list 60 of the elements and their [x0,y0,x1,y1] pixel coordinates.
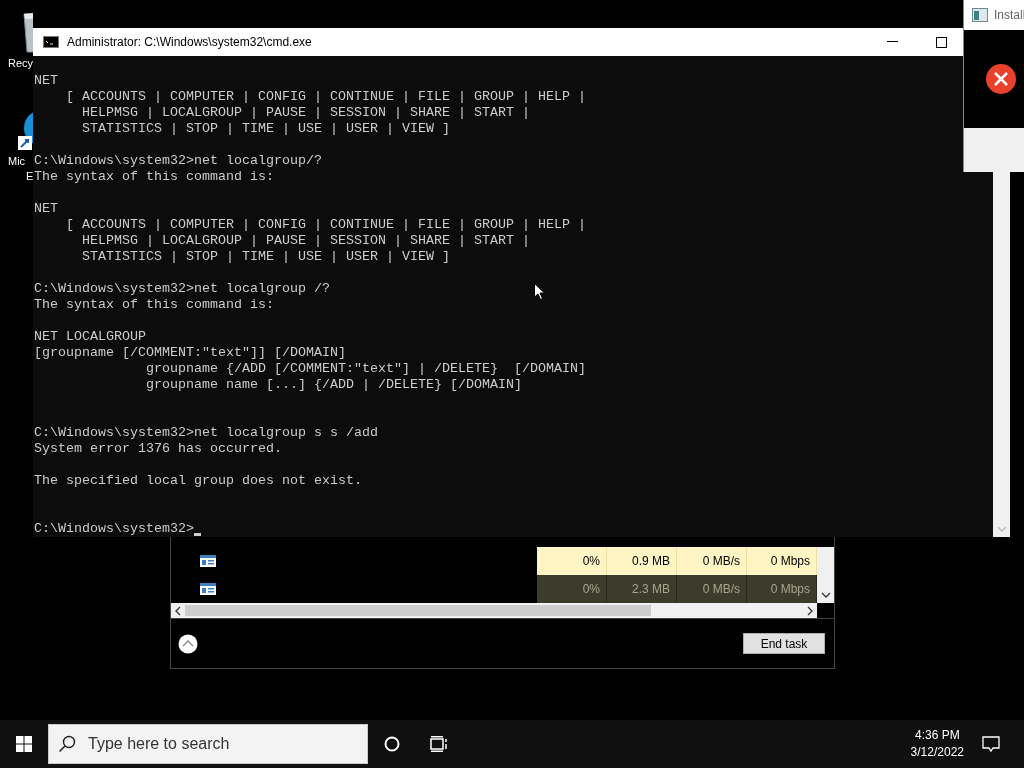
console-line: groupname {/ADD [/COMMENT:"text"] | /DELETE} [/DOMAIN] [144,361,586,377]
windows-start-icon[interactable] [16,736,32,752]
table-cell: 0.9 MB [607,547,677,575]
table-cell: 0 MB/s [677,547,747,575]
console-line: NET [34,73,58,89]
search-icon [58,735,76,753]
scroll-right-icon[interactable] [807,605,813,616]
window-title: Install [994,8,1024,22]
process-row[interactable]: 0% 2.3 MB 0 MB/s 0 Mbps [171,575,817,603]
console-line: The syntax of this command is: [34,297,274,313]
task-view-icon[interactable] [430,736,448,752]
table-cell: 0% [537,547,607,575]
console-line: C:\Windows\system32>net localgroup/? [34,153,322,169]
search-field[interactable]: Type here to search [48,724,368,764]
clock-date[interactable]: 3/12/2022 [910,744,964,761]
expand-up-icon[interactable] [178,633,198,654]
process-row[interactable]: 0% 0.9 MB 0 MB/s 0 Mbps [171,547,817,575]
console-line: STATISTICS | STOP | TIME | USE | USER | VIEW ] [81,121,450,137]
minimize-icon[interactable] [887,41,898,43]
table-cell: 0 Mbps [747,575,817,603]
console-line: NET LOCALGROUP [34,329,146,345]
vertical-scrollbar[interactable] [817,547,834,603]
error-icon [986,64,1016,94]
console-line: System error 1376 has occurred. [34,441,282,457]
console-line: The syntax of this command is: [34,169,274,185]
window-title: Administrator: C:\Windows\system32\cmd.exe [67,35,313,49]
console-line: [ ACCOUNTS | COMPUTER | CONFIG | CONTINUE | FILE | GROUP | HELP | [65,217,586,233]
console-line: [ ACCOUNTS | COMPUTER | CONFIG | CONTINUE | FILE | GROUP | HELP | [65,89,586,105]
scroll-down-icon[interactable] [820,592,831,598]
clock-time[interactable]: 4:36 PM [914,727,960,744]
end-task-button[interactable]: End task [743,633,825,654]
app-window-icon [200,583,216,595]
console-line: HELPMSG | LOCALGROUP | PAUSE | SESSION | SHARE | START | [81,233,530,249]
cortana-circle-icon[interactable] [384,736,400,752]
table-cell: 0 MB/s [677,575,747,603]
window-app-icon [972,8,988,22]
notification-icon[interactable] [982,735,1000,753]
table-cell: 0% [537,575,607,603]
console-line: The specified local group does not exist. [34,473,362,489]
console-line: C:\Windows\system32>net localgroup /? [34,281,330,297]
console-app-icon [43,36,59,48]
table-cell: 0 Mbps [747,547,817,575]
console-line: HELPMSG | LOCALGROUP | PAUSE | SESSION | SHARE | START | [81,105,530,121]
console-line: C:\Windows\system32>net localgroup s s /add [34,425,378,441]
console-prompt: C:\Windows\system32> [34,521,194,537]
desktop-icon-label: Mic [8,154,26,169]
scrollbar-thumb[interactable] [185,605,651,616]
console-line: [groupname [/COMMENT:"text"]] [/DOMAIN] [34,345,346,361]
console-line: NET [34,201,58,217]
console-line: STATISTICS | STOP | TIME | USE | USER | VIEW ] [81,249,450,265]
desktop-icon-label: Recy [8,56,34,71]
desktop-icon-label: E [26,169,34,184]
text-cursor [193,533,201,536]
app-window-icon [200,555,216,567]
horizontal-scrollbar[interactable] [171,603,817,618]
mouse-pointer-icon [534,283,545,300]
table-cell: 2.3 MB [607,575,677,603]
scroll-left-icon[interactable] [175,605,181,616]
maximize-icon[interactable] [936,36,947,48]
console-line: groupname name [...] {/ADD | /DELETE} [/DOMAIN] [144,377,522,393]
